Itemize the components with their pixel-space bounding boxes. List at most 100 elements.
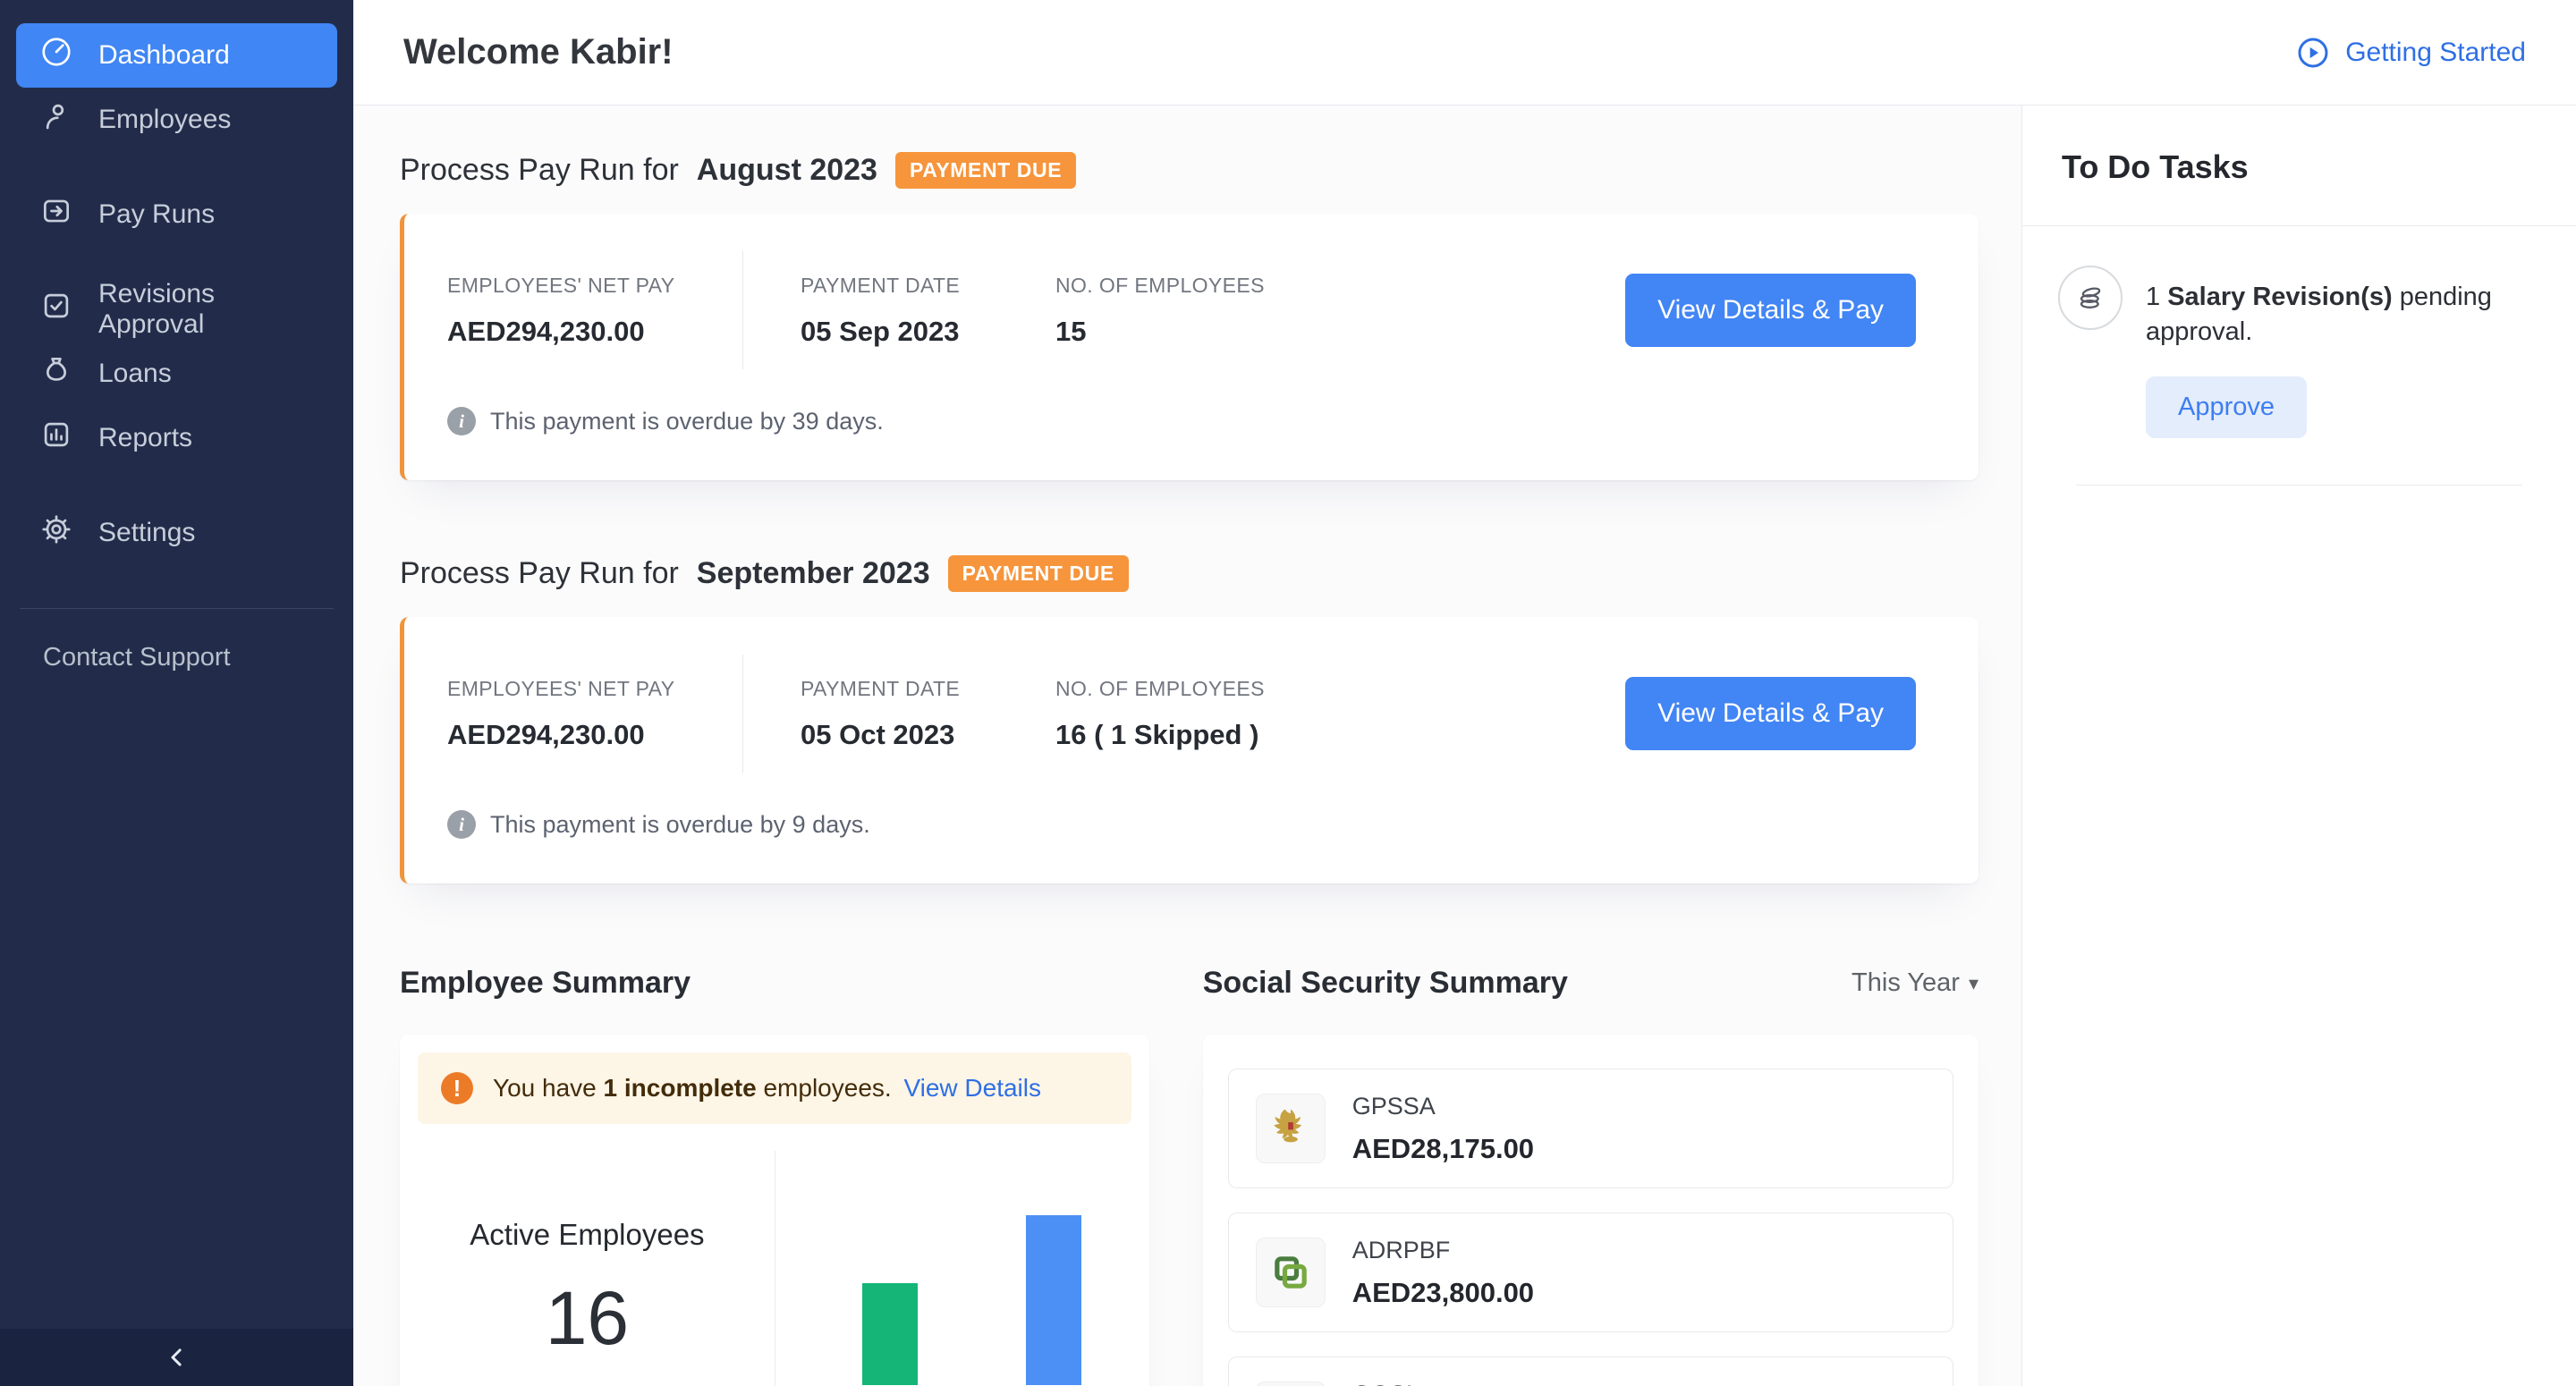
gpssa-amount: AED28,175.00 bbox=[1352, 1133, 1534, 1165]
nationals-bar bbox=[862, 1283, 918, 1385]
gpssa-row: GPSSA AED28,175.00 bbox=[1228, 1069, 1953, 1188]
top-header: Welcome Kabir! Getting Started bbox=[353, 0, 2576, 106]
payment-date-stat: PAYMENT DATE 05 Oct 2023 bbox=[801, 677, 1055, 751]
employee-summary-card: ! You have 1 incomplete employees. View … bbox=[400, 1035, 1149, 1386]
payrun-section-title-august: Process Pay Run for August 2023 PAYMENT … bbox=[400, 152, 1979, 189]
overdue-note: This payment is overdue by 39 days. bbox=[490, 408, 884, 435]
employee-count-value: 15 bbox=[1055, 316, 1265, 348]
employees-icon bbox=[39, 99, 73, 140]
gosi-name: GOSI bbox=[1352, 1381, 1534, 1386]
approve-button[interactable]: Approve bbox=[2146, 376, 2307, 438]
social-security-list: GPSSA AED28,175.00 ADRPBF bbox=[1203, 1035, 1979, 1386]
payment-date-value: 05 Oct 2023 bbox=[801, 719, 1055, 751]
main-content: Process Pay Run for August 2023 PAYMENT … bbox=[353, 106, 2021, 1386]
payrun-title-prefix: Process Pay Run for bbox=[400, 556, 679, 591]
payrun-period: September 2023 bbox=[697, 556, 930, 591]
employee-count-value: 16 ( 1 Skipped ) bbox=[1055, 719, 1265, 751]
adrpbf-row: ADRPBF AED23,800.00 bbox=[1228, 1213, 1953, 1332]
gpssa-logo-icon bbox=[1256, 1094, 1326, 1163]
net-pay-stat: EMPLOYEES' NET PAY AED294,230.00 bbox=[447, 677, 742, 751]
contact-support-link[interactable]: Contact Support bbox=[0, 609, 353, 672]
net-pay-stat: EMPLOYEES' NET PAY AED294,230.00 bbox=[447, 274, 742, 348]
sidebar-item-label: Reports bbox=[98, 423, 192, 453]
sidebar-item-label: Revisions Approval bbox=[98, 279, 314, 340]
social-security-card: GPSSA AED28,175.00 ADRPBF bbox=[1203, 1035, 1979, 1386]
sidebar-item-revisions-approval[interactable]: Revisions Approval bbox=[16, 277, 337, 342]
sidebar-item-label: Employees bbox=[98, 105, 231, 135]
payment-due-badge: PAYMENT DUE bbox=[895, 152, 1076, 189]
sidebar-item-dashboard[interactable]: Dashboard bbox=[16, 23, 337, 88]
getting-started-label: Getting Started bbox=[2345, 38, 2526, 68]
page-title: Welcome Kabir! bbox=[403, 32, 674, 72]
sidebar: Dashboard Employees Pay Runs Revisions A… bbox=[0, 0, 353, 1386]
social-security-section: Social Security Summary This Year ▾ bbox=[1203, 966, 1979, 1386]
expats-bar bbox=[1026, 1215, 1081, 1385]
gosi-row: GOSI AED18,900.00 bbox=[1228, 1356, 1953, 1386]
year-filter-value: This Year bbox=[1852, 968, 1960, 998]
sidebar-item-label: Pay Runs bbox=[98, 199, 215, 230]
sidebar-collapse-button[interactable] bbox=[0, 1329, 353, 1386]
sidebar-item-reports[interactable]: Reports bbox=[16, 406, 337, 470]
sidebar-item-label: Settings bbox=[98, 518, 195, 548]
sidebar-item-settings[interactable]: Settings bbox=[16, 501, 337, 565]
payrun-card-august: EMPLOYEES' NET PAY AED294,230.00 PAYMENT… bbox=[400, 214, 1979, 480]
active-employees-count: 16 bbox=[546, 1275, 629, 1362]
warning-icon: ! bbox=[441, 1072, 473, 1104]
task-prefix: 1 bbox=[2146, 283, 2160, 311]
sidebar-item-employees[interactable]: Employees bbox=[16, 88, 337, 152]
gpssa-name: GPSSA bbox=[1352, 1093, 1534, 1120]
salary-revision-task: 1 Salary Revision(s) pending approval. bbox=[2058, 266, 2540, 350]
view-details-link[interactable]: View Details bbox=[903, 1074, 1041, 1102]
task-text: 1 Salary Revision(s) pending approval. bbox=[2146, 266, 2540, 350]
coins-icon bbox=[2058, 266, 2123, 330]
social-security-header: Social Security Summary This Year ▾ bbox=[1203, 966, 1979, 1001]
stat-divider bbox=[742, 655, 743, 773]
year-filter-dropdown[interactable]: This Year ▾ bbox=[1852, 968, 1979, 998]
pay-runs-icon bbox=[39, 194, 73, 235]
payrun-stats-row: EMPLOYEES' NET PAY AED294,230.00 PAYMENT… bbox=[447, 266, 1916, 355]
payrun-section-title-september: Process Pay Run for September 2023 PAYME… bbox=[400, 555, 1979, 592]
summary-row: Employee Summary ! You have 1 incomplete… bbox=[400, 966, 1979, 1386]
payment-date-value: 05 Sep 2023 bbox=[801, 316, 1055, 348]
alert-text: You have 1 incomplete employees. View De… bbox=[493, 1074, 1041, 1103]
sidebar-item-loans[interactable]: Loans bbox=[16, 342, 337, 406]
getting-started-link[interactable]: Getting Started bbox=[2295, 35, 2526, 71]
content-shell: Welcome Kabir! Getting Started Process P… bbox=[353, 0, 2576, 1386]
gosi-info: GOSI AED18,900.00 bbox=[1352, 1381, 1534, 1386]
todo-body: 1 Salary Revision(s) pending approval. A… bbox=[2022, 226, 2576, 486]
chevron-left-icon bbox=[164, 1344, 191, 1371]
play-circle-icon bbox=[2295, 35, 2331, 71]
gosi-logo-icon bbox=[1256, 1382, 1326, 1386]
money-bag-icon bbox=[39, 353, 73, 394]
employee-count-stat: NO. OF EMPLOYEES 16 ( 1 Skipped ) bbox=[1055, 677, 1265, 751]
view-details-pay-button[interactable]: View Details & Pay bbox=[1625, 274, 1916, 347]
payroll-dashboard: Dashboard Employees Pay Runs Revisions A… bbox=[0, 0, 2576, 1386]
employee-count-label: NO. OF EMPLOYEES bbox=[1055, 677, 1265, 701]
todo-header: To Do Tasks bbox=[2022, 106, 2576, 226]
overdue-note: This payment is overdue by 9 days. bbox=[490, 811, 870, 839]
stat-divider bbox=[742, 251, 743, 369]
employee-count-label: NO. OF EMPLOYEES bbox=[1055, 274, 1265, 298]
task-bold: Salary Revision(s) bbox=[2167, 283, 2392, 311]
sidebar-item-pay-runs[interactable]: Pay Runs bbox=[16, 182, 337, 247]
todo-panel: To Do Tasks 1 Salary Revision(s) pending… bbox=[2021, 106, 2576, 1386]
employee-chart-body: Active Employees 16 NATIONALS bbox=[400, 1151, 1149, 1386]
active-employees-label: Active Employees bbox=[470, 1218, 704, 1252]
sidebar-nav: Dashboard Employees Pay Runs Revisions A… bbox=[0, 0, 353, 565]
dashboard-icon bbox=[39, 35, 73, 76]
adrpbf-logo-icon bbox=[1256, 1238, 1326, 1307]
adrpbf-info: ADRPBF AED23,800.00 bbox=[1352, 1237, 1534, 1309]
employee-count-stat: NO. OF EMPLOYEES 15 bbox=[1055, 274, 1265, 348]
alert-prefix: You have bbox=[493, 1074, 597, 1102]
alert-bold: 1 incomplete bbox=[604, 1074, 757, 1102]
view-details-pay-button[interactable]: View Details & Pay bbox=[1625, 677, 1916, 750]
gpssa-info: GPSSA AED28,175.00 bbox=[1352, 1093, 1534, 1165]
employee-summary-header: Employee Summary bbox=[400, 966, 1149, 1001]
net-pay-label: EMPLOYEES' NET PAY bbox=[447, 274, 742, 298]
employee-bar-chart: NATIONALS EXPATS bbox=[775, 1151, 1149, 1386]
net-pay-value: AED294,230.00 bbox=[447, 719, 742, 751]
incomplete-employees-alert: ! You have 1 incomplete employees. View … bbox=[418, 1052, 1131, 1124]
payment-due-badge: PAYMENT DUE bbox=[948, 555, 1129, 592]
overdue-note-row: i This payment is overdue by 39 days. bbox=[447, 407, 1916, 435]
nationals-bar-group: NATIONALS bbox=[832, 1283, 949, 1386]
